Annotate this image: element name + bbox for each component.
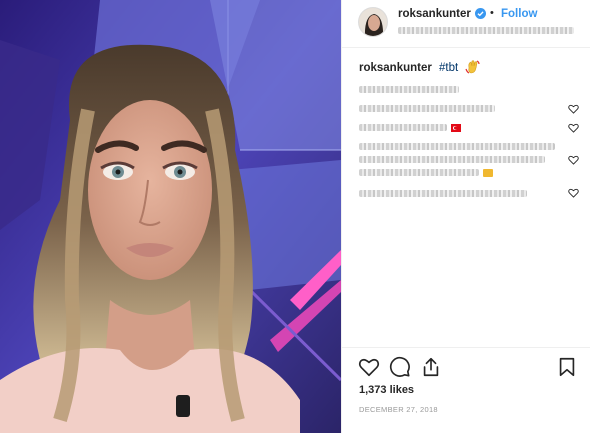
verified-badge-icon — [475, 8, 486, 19]
small-heart-icon[interactable] — [568, 104, 579, 114]
selfie-image — [0, 0, 341, 433]
likes-count[interactable]: 1,373 likes — [359, 384, 414, 396]
post-header: roksankunter • Follow — [342, 0, 590, 48]
comment-4-blurred — [359, 190, 527, 197]
comment-3-line3-blurred — [359, 169, 479, 176]
small-heart-icon[interactable] — [568, 123, 579, 133]
caption-hashtag[interactable]: #tbt — [439, 62, 458, 74]
waving-hand-emoji-icon — [465, 60, 480, 74]
avatar-image — [359, 8, 387, 36]
small-heart-icon[interactable] — [568, 155, 579, 165]
post-side-panel: roksankunter • Follow roksankunter #tbt — [341, 0, 590, 433]
flag-emoji-icon — [451, 124, 461, 132]
comment-2-blurred — [359, 124, 447, 131]
post-photo[interactable] — [0, 0, 341, 433]
location-text-blurred — [398, 27, 574, 34]
share-icon[interactable] — [420, 356, 442, 378]
small-heart-icon[interactable] — [568, 188, 579, 198]
actions-divider — [342, 347, 590, 348]
instagram-post: roksankunter • Follow roksankunter #tbt — [0, 0, 590, 433]
header-username[interactable]: roksankunter — [398, 8, 471, 20]
comment-3-line1-blurred — [359, 143, 555, 150]
follow-button[interactable]: Follow — [501, 8, 537, 20]
bookmark-icon[interactable] — [556, 356, 578, 378]
view-comments-blurred[interactable] — [359, 86, 459, 93]
comment-icon[interactable] — [389, 356, 411, 378]
avatar[interactable] — [358, 7, 388, 37]
emoji-icon — [483, 169, 493, 177]
caption-username[interactable]: roksankunter — [359, 62, 432, 74]
comment-3-line2-blurred — [359, 156, 545, 163]
post-date[interactable]: DECEMBER 27, 2018 — [359, 405, 438, 414]
comment-1-blurred — [359, 105, 495, 112]
header-separator: • — [490, 7, 494, 19]
like-icon[interactable] — [358, 356, 380, 378]
